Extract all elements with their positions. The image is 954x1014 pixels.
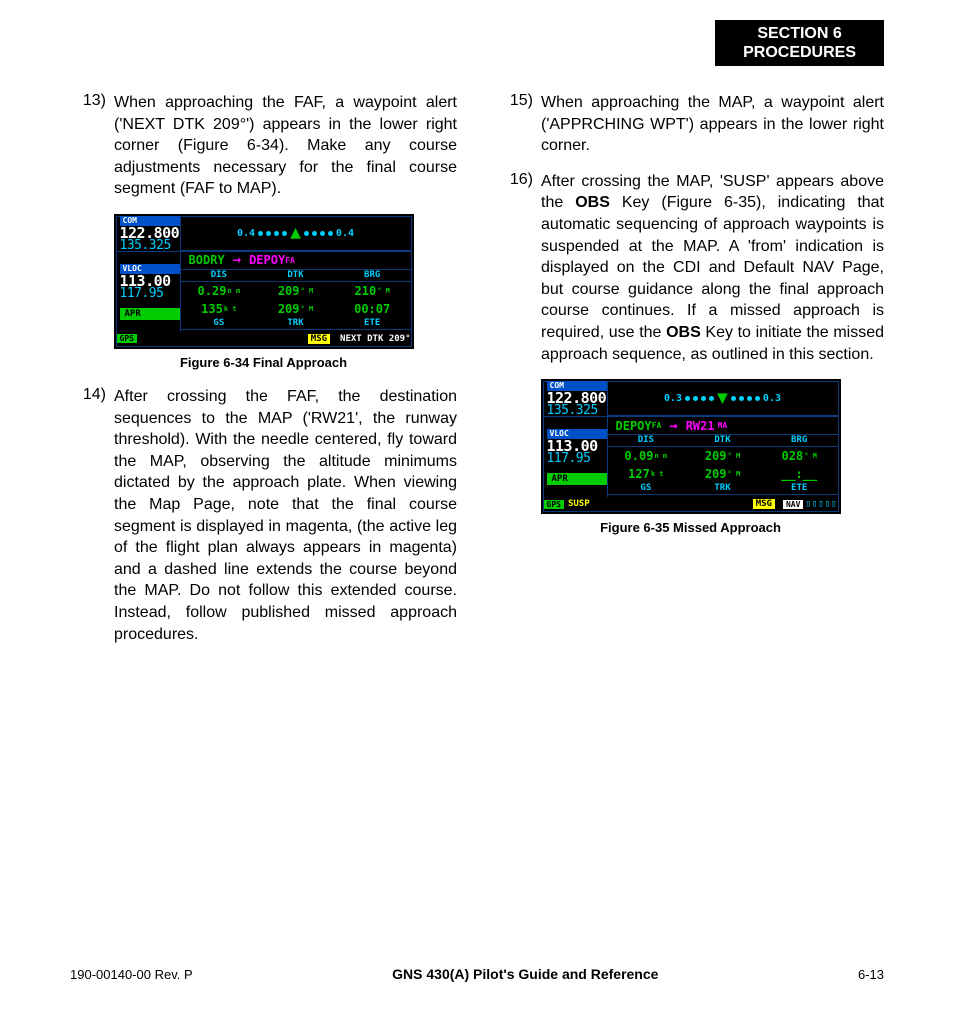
apr-indicator: APR <box>547 473 607 485</box>
figure-6-35-caption: Figure 6-35 Missed Approach <box>497 520 884 535</box>
waypoint-alert: NEXT DTK 209° <box>340 334 410 344</box>
apr-indicator: APR <box>120 308 180 320</box>
cdi-needle-from-icon: ▲ <box>717 392 728 406</box>
page-group-indicator: ▯▯▯▯▯ <box>805 499 837 509</box>
step-number: 16) <box>497 171 541 365</box>
msg-annunciator: MSG <box>308 334 330 344</box>
data-row-2: 127k t 209° M __:__ <box>608 465 838 483</box>
right-column: 15) When approaching the MAP, a waypoint… <box>497 92 884 659</box>
page-footer: 190-00140-00 Rev. P GNS 430(A) Pilot's G… <box>70 966 884 982</box>
section-number: SECTION 6 <box>743 24 856 43</box>
data-row-1: 0.29n m 209° M 210° M <box>181 282 411 300</box>
leg-arrow-icon: → <box>669 418 677 434</box>
figure-6-35-panel: COM 122.800 135.325 0.3 ▲ 0.3 <box>541 379 841 514</box>
step-number: 14) <box>70 386 114 645</box>
data-headers-2: GS TRK ETE <box>608 483 838 495</box>
active-leg: BODRY → DEPOYFA <box>181 252 411 270</box>
step-text: After crossing the MAP, 'SUSP' appears a… <box>541 171 884 365</box>
obs-key-ref: OBS <box>666 324 701 341</box>
step-16: 16) After crossing the MAP, 'SUSP' appea… <box>497 171 884 365</box>
annunciator-bar: GPS MSG NEXT DTK 209° <box>117 332 411 346</box>
cdi-indicator: 0.4 ▲ 0.4 <box>181 217 411 251</box>
obs-key-ref: OBS <box>575 194 610 211</box>
com-standby-freq: 135.325 <box>547 405 607 417</box>
data-headers-1: DIS DTK BRG <box>181 270 411 282</box>
footer-docnum: 190-00140-00 Rev. P <box>70 967 193 982</box>
vloc-standby-freq: 117.95 <box>547 453 607 465</box>
figure-6-34-caption: Figure 6-34 Final Approach <box>70 355 457 370</box>
vloc-standby-freq: 117.95 <box>120 288 180 300</box>
step-text: After crossing the FAF, the destination … <box>114 386 457 645</box>
com-standby-freq: 135.325 <box>120 240 180 252</box>
step-13: 13) When approaching the FAF, a waypoint… <box>70 92 457 200</box>
content-columns: 13) When approaching the FAF, a waypoint… <box>70 92 884 659</box>
susp-annunciator: SUSP <box>568 499 590 509</box>
data-headers-2: GS TRK ETE <box>181 318 411 330</box>
nav-page-indicator: NAV <box>783 500 803 509</box>
data-headers-1: DIS DTK BRG <box>608 435 838 447</box>
data-row-2: 135k t 209° M 00:07 <box>181 300 411 318</box>
cdi-indicator: 0.3 ▲ 0.3 <box>608 382 838 416</box>
leg-arrow-icon: → <box>233 252 241 268</box>
step-number: 13) <box>70 92 114 200</box>
msg-annunciator: MSG <box>753 499 775 509</box>
cdi-needle-icon: ▲ <box>290 226 301 240</box>
footer-title: GNS 430(A) Pilot's Guide and Reference <box>392 966 658 982</box>
gps-indicator: GPS <box>117 334 137 343</box>
left-column: 13) When approaching the FAF, a waypoint… <box>70 92 457 659</box>
step-text: When approaching the FAF, a waypoint ale… <box>114 92 457 200</box>
step-text: When approaching the MAP, a waypoint ale… <box>541 92 884 157</box>
step-14: 14) After crossing the FAF, the destinat… <box>70 386 457 645</box>
annunciator-bar: GPS SUSP MSG NAV ▯▯▯▯▯ <box>544 497 838 511</box>
step-15: 15) When approaching the MAP, a waypoint… <box>497 92 884 157</box>
figure-6-34-panel: COM 122.800 135.325 0.4 ▲ 0.4 <box>114 214 414 349</box>
section-title: PROCEDURES <box>743 43 856 62</box>
footer-pagenum: 6-13 <box>858 967 884 982</box>
section-header: SECTION 6 PROCEDURES <box>715 20 884 66</box>
data-row-1: 0.09n m 209° M 028° M <box>608 447 838 465</box>
gps-indicator: GPS <box>544 500 564 509</box>
active-leg: DEPOYFA → RW21MA <box>608 417 838 435</box>
step-number: 15) <box>497 92 541 157</box>
